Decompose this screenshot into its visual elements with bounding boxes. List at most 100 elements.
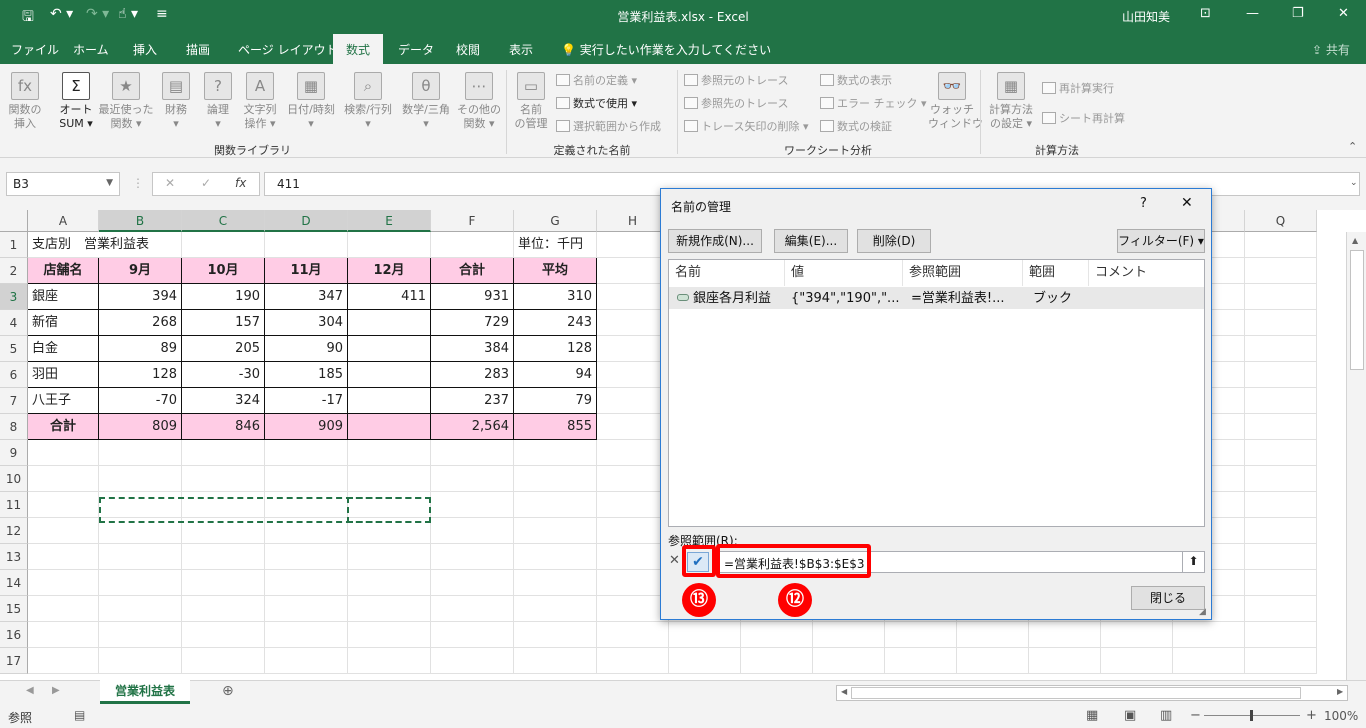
text-button[interactable]: A 文字列 操作 ▾: [238, 72, 282, 131]
cell[interactable]: [597, 596, 669, 622]
enter-icon[interactable]: ✓: [201, 176, 211, 190]
cell[interactable]: [431, 440, 514, 466]
watch-window-button[interactable]: 👓 ウォッチ ウィンドウ: [928, 72, 983, 131]
share-button[interactable]: ⇪ 共有: [1312, 41, 1350, 58]
total-cell[interactable]: 2,564: [431, 414, 514, 440]
cell[interactable]: [1245, 310, 1317, 336]
value-cell[interactable]: 347: [265, 284, 348, 310]
cell[interactable]: [28, 570, 99, 596]
value-cell[interactable]: 384: [431, 336, 514, 362]
cell[interactable]: [348, 622, 431, 648]
show-formulas-button[interactable]: 数式の表示: [820, 72, 892, 88]
new-name-button[interactable]: 新規作成(N)...: [668, 229, 762, 253]
value-cell[interactable]: 90: [265, 336, 348, 362]
value-cell[interactable]: 324: [182, 388, 265, 414]
cell[interactable]: [99, 570, 182, 596]
cell[interactable]: [265, 648, 348, 674]
row-header[interactable]: 6: [0, 362, 28, 388]
branch-name-cell[interactable]: 羽田: [28, 362, 99, 388]
cell[interactable]: [1173, 648, 1245, 674]
autosum-button[interactable]: Σ オート SUM ▾: [52, 72, 100, 131]
cell[interactable]: [597, 648, 669, 674]
cell[interactable]: [514, 570, 597, 596]
cell[interactable]: [1245, 414, 1317, 440]
column-header[interactable]: G: [514, 210, 597, 232]
value-cell[interactable]: -70: [99, 388, 182, 414]
tab-review[interactable]: 校閲: [456, 41, 480, 58]
cell[interactable]: [1245, 466, 1317, 492]
cell[interactable]: [28, 596, 99, 622]
cell[interactable]: [28, 440, 99, 466]
cell[interactable]: [957, 622, 1029, 648]
close-button[interactable]: 閉じる: [1131, 586, 1205, 610]
tab-file[interactable]: ファイル: [11, 41, 59, 58]
row-header[interactable]: 3: [0, 284, 28, 310]
cell[interactable]: [182, 466, 265, 492]
financial-button[interactable]: ▤ 財務 ▾: [156, 72, 196, 131]
scroll-left-icon[interactable]: ◀: [841, 687, 847, 696]
value-cell[interactable]: 310: [514, 284, 597, 310]
cell[interactable]: [348, 596, 431, 622]
tab-data[interactable]: データ: [398, 41, 434, 58]
name-list[interactable]: 名前 値 参照範囲 範囲 コメント 銀座各月利益 {"394","190",".…: [668, 259, 1205, 527]
math-trig-button[interactable]: θ 数学/三角 ▾: [396, 72, 456, 131]
cell[interactable]: [1245, 258, 1317, 284]
value-cell[interactable]: 89: [99, 336, 182, 362]
cell[interactable]: [597, 518, 669, 544]
cell[interactable]: [597, 466, 669, 492]
row-header[interactable]: 7: [0, 388, 28, 414]
sheet-title-cell[interactable]: 支店別 営業利益表: [28, 232, 182, 258]
horizontal-scrollbar[interactable]: ◀ ▶: [836, 685, 1348, 701]
row-header[interactable]: 8: [0, 414, 28, 440]
row-header[interactable]: 10: [0, 466, 28, 492]
page-layout-view-icon[interactable]: ▣: [1124, 708, 1136, 723]
total-cell[interactable]: [348, 414, 431, 440]
header-cell[interactable]: 9月: [99, 258, 182, 284]
page-break-view-icon[interactable]: ▥: [1160, 708, 1172, 723]
cell[interactable]: [348, 232, 431, 258]
cell[interactable]: [597, 232, 669, 258]
logical-button[interactable]: ? 論理 ▾: [198, 72, 238, 131]
cell[interactable]: [514, 596, 597, 622]
value-cell[interactable]: 157: [182, 310, 265, 336]
cell[interactable]: [597, 362, 669, 388]
cell[interactable]: [28, 518, 99, 544]
header-cell[interactable]: 店舗名: [28, 258, 99, 284]
column-header[interactable]: D: [265, 210, 348, 232]
cell[interactable]: [514, 648, 597, 674]
zoom-slider-thumb[interactable]: [1250, 710, 1253, 721]
cell[interactable]: [597, 258, 669, 284]
cell[interactable]: [597, 544, 669, 570]
cell[interactable]: [265, 440, 348, 466]
cancel-icon[interactable]: ✕: [165, 176, 175, 190]
scroll-right-icon[interactable]: ▶: [1337, 687, 1343, 696]
row-header[interactable]: 12: [0, 518, 28, 544]
row-header[interactable]: 14: [0, 570, 28, 596]
cell[interactable]: [514, 622, 597, 648]
delete-name-button[interactable]: 削除(D): [857, 229, 931, 253]
cell[interactable]: [741, 622, 813, 648]
next-sheet-icon[interactable]: ▶: [52, 685, 60, 696]
tab-home[interactable]: ホーム: [73, 41, 109, 58]
cell[interactable]: [99, 648, 182, 674]
resize-grip-icon[interactable]: ◢: [1199, 607, 1206, 617]
fx-icon[interactable]: fx: [235, 176, 246, 190]
value-cell[interactable]: 729: [431, 310, 514, 336]
cell[interactable]: [348, 440, 431, 466]
cell[interactable]: [348, 570, 431, 596]
row-header[interactable]: 17: [0, 648, 28, 674]
value-cell[interactable]: -17: [265, 388, 348, 414]
cell[interactable]: [597, 336, 669, 362]
prev-sheet-icon[interactable]: ◀: [26, 685, 34, 696]
cell[interactable]: [1245, 284, 1317, 310]
row-header[interactable]: 11: [0, 492, 28, 518]
cell[interactable]: [431, 570, 514, 596]
total-cell[interactable]: 846: [182, 414, 265, 440]
vertical-scrollbar[interactable]: ▲: [1346, 232, 1366, 680]
value-cell[interactable]: 185: [265, 362, 348, 388]
cell[interactable]: [1245, 440, 1317, 466]
row-header[interactable]: 1: [0, 232, 28, 258]
column-header[interactable]: F: [431, 210, 514, 232]
cell[interactable]: [597, 414, 669, 440]
minimize-icon[interactable]: —: [1246, 6, 1259, 21]
